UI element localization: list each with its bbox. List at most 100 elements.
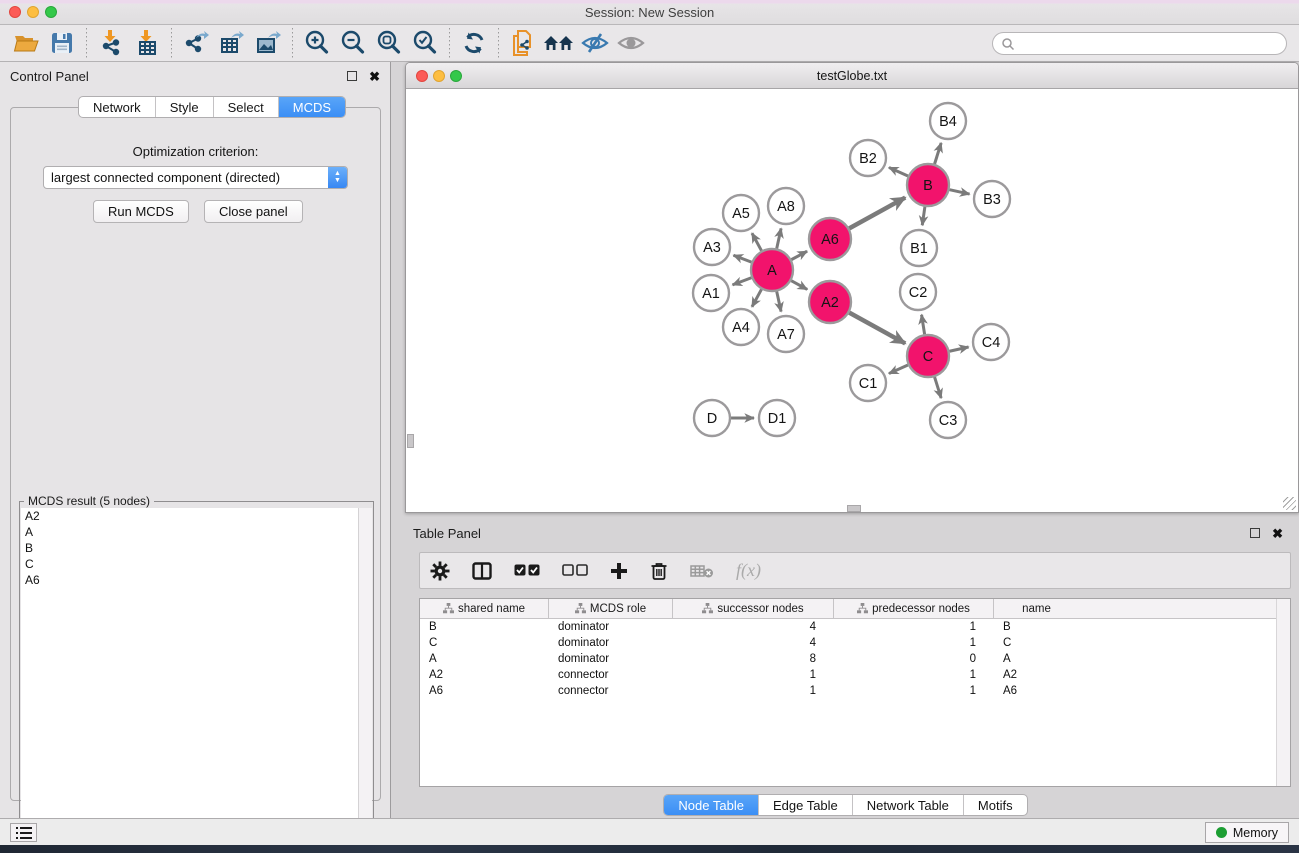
graph-edge[interactable] bbox=[889, 167, 908, 176]
tab-style[interactable]: Style bbox=[156, 97, 214, 117]
table-cell: B bbox=[420, 619, 549, 635]
export-table-button[interactable] bbox=[214, 27, 250, 59]
result-item[interactable]: A6 bbox=[21, 572, 359, 588]
graph-edge[interactable] bbox=[777, 291, 781, 311]
select-all-columns-button[interactable] bbox=[514, 556, 540, 586]
criterion-dropdown[interactable]: largest connected component (directed) ▲… bbox=[43, 166, 348, 189]
column-header-predecessor-nodes[interactable]: predecessor nodes bbox=[834, 599, 994, 618]
window-title: Session: New Session bbox=[0, 5, 1299, 20]
search-input[interactable] bbox=[1015, 35, 1286, 53]
gear-icon bbox=[430, 561, 450, 581]
result-item[interactable]: A bbox=[21, 524, 359, 540]
export-image-button[interactable] bbox=[250, 27, 286, 59]
tab-motifs[interactable]: Motifs bbox=[964, 795, 1027, 815]
delete-column-button[interactable] bbox=[650, 556, 668, 586]
split-columns-button[interactable] bbox=[472, 556, 492, 586]
column-attribute-icon bbox=[443, 603, 454, 614]
column-header-shared-name[interactable]: shared name bbox=[420, 599, 549, 618]
mcds-result-scrollbar[interactable] bbox=[358, 508, 372, 833]
export-network-button[interactable] bbox=[178, 27, 214, 59]
open-file-button[interactable] bbox=[8, 27, 44, 59]
zoom-in-button[interactable] bbox=[299, 27, 335, 59]
zoom-selected-button[interactable] bbox=[407, 27, 443, 59]
refresh-icon bbox=[461, 30, 487, 56]
graph-edge[interactable] bbox=[733, 278, 752, 285]
table-cell: 1 bbox=[834, 667, 994, 683]
tab-mcds[interactable]: MCDS bbox=[279, 97, 345, 117]
result-item[interactable]: C bbox=[21, 556, 359, 572]
function-builder-button[interactable]: f(x) bbox=[736, 556, 761, 586]
graph-edge[interactable] bbox=[752, 289, 762, 306]
main-toolbar bbox=[0, 25, 1299, 62]
hide-graphics-button[interactable] bbox=[577, 27, 613, 59]
graph-edge[interactable] bbox=[922, 207, 925, 225]
table-row[interactable]: Bdominator41B bbox=[420, 619, 1290, 635]
control-panel-tabs: Network Style Select MCDS bbox=[78, 96, 346, 118]
graph-edge[interactable] bbox=[935, 143, 942, 164]
home-pages-button[interactable] bbox=[541, 27, 577, 59]
graph-edge[interactable] bbox=[791, 281, 807, 290]
network-from-clipboard-button[interactable] bbox=[505, 27, 541, 59]
tab-node-table[interactable]: Node Table bbox=[664, 795, 759, 815]
node-table[interactable]: shared nameMCDS rolesuccessor nodesprede… bbox=[419, 598, 1291, 787]
graph-edge[interactable] bbox=[889, 365, 908, 374]
close-panel-button[interactable]: Close panel bbox=[204, 200, 303, 223]
save-session-button[interactable] bbox=[44, 27, 80, 59]
control-panel-float-button[interactable] bbox=[347, 71, 357, 81]
network-canvas[interactable]: B4B2BB3A8A5A6B1A3AA1C2A2A4A7C4CC1C3DD1 bbox=[407, 89, 1297, 512]
table-row[interactable]: Adominator80A bbox=[420, 651, 1290, 667]
canvas-horizontal-scroll-nub[interactable] bbox=[847, 505, 861, 512]
table-panel-close-button[interactable]: ✖ bbox=[1272, 527, 1283, 540]
graph-edge[interactable] bbox=[777, 228, 781, 248]
graph-edge[interactable] bbox=[935, 377, 942, 398]
zoom-fit-button[interactable] bbox=[371, 27, 407, 59]
gear-button[interactable] bbox=[430, 556, 450, 586]
add-column-button[interactable] bbox=[610, 556, 628, 586]
table-scrollbar[interactable] bbox=[1276, 599, 1290, 786]
table-panel: Table Panel ✖ bbox=[392, 518, 1299, 818]
graph-node-label: B3 bbox=[983, 192, 1001, 208]
table-cell: dominator bbox=[549, 651, 673, 667]
graph-node-label: A2 bbox=[821, 295, 839, 311]
graph-node-label: D1 bbox=[768, 411, 787, 427]
graph-edge[interactable] bbox=[791, 251, 807, 259]
table-row[interactable]: A2connector11A2 bbox=[420, 667, 1290, 683]
table-panel-float-button[interactable] bbox=[1250, 528, 1260, 538]
import-table-button[interactable] bbox=[129, 27, 165, 59]
tab-edge-table[interactable]: Edge Table bbox=[759, 795, 853, 815]
table-row[interactable]: A6connector11A6 bbox=[420, 683, 1290, 699]
zoom-out-button[interactable] bbox=[335, 27, 371, 59]
tab-select[interactable]: Select bbox=[214, 97, 279, 117]
tab-network[interactable]: Network bbox=[79, 97, 156, 117]
graph-edge[interactable] bbox=[949, 347, 968, 351]
memory-button[interactable]: Memory bbox=[1205, 822, 1289, 843]
graph-edge[interactable] bbox=[752, 233, 762, 250]
task-history-button[interactable] bbox=[10, 823, 37, 842]
result-item[interactable]: B bbox=[21, 540, 359, 556]
tab-network-table[interactable]: Network Table bbox=[853, 795, 964, 815]
show-graphics-button[interactable] bbox=[613, 27, 649, 59]
select-all-columns-icon bbox=[514, 564, 540, 577]
memory-status-icon bbox=[1216, 827, 1227, 838]
control-panel-title: Control Panel bbox=[10, 69, 89, 84]
run-mcds-button[interactable]: Run MCDS bbox=[93, 200, 189, 223]
result-item[interactable]: A2 bbox=[21, 508, 359, 524]
refresh-button[interactable] bbox=[456, 27, 492, 59]
graph-edge[interactable] bbox=[733, 255, 751, 262]
column-header-successor-nodes[interactable]: successor nodes bbox=[673, 599, 834, 618]
graph-edge[interactable] bbox=[922, 315, 925, 335]
window-resize-grip[interactable] bbox=[1283, 497, 1296, 510]
column-header-MCDS-role[interactable]: MCDS role bbox=[549, 599, 673, 618]
destroy-table-button[interactable] bbox=[690, 556, 714, 586]
graph-edge[interactable] bbox=[849, 313, 905, 344]
open-file-icon bbox=[13, 31, 39, 55]
network-graph: B4B2BB3A8A5A6B1A3AA1C2A2A4A7C4CC1C3DD1 bbox=[407, 89, 1297, 512]
canvas-vertical-scroll-nub[interactable] bbox=[407, 434, 414, 448]
graph-edge[interactable] bbox=[949, 190, 969, 194]
graph-edge[interactable] bbox=[849, 198, 905, 229]
unselect-all-columns-button[interactable] bbox=[562, 556, 588, 586]
table-row[interactable]: Cdominator41C bbox=[420, 635, 1290, 651]
import-network-button[interactable] bbox=[93, 27, 129, 59]
column-header-name[interactable]: name bbox=[994, 599, 1079, 618]
control-panel-close-button[interactable]: ✖ bbox=[369, 70, 380, 83]
